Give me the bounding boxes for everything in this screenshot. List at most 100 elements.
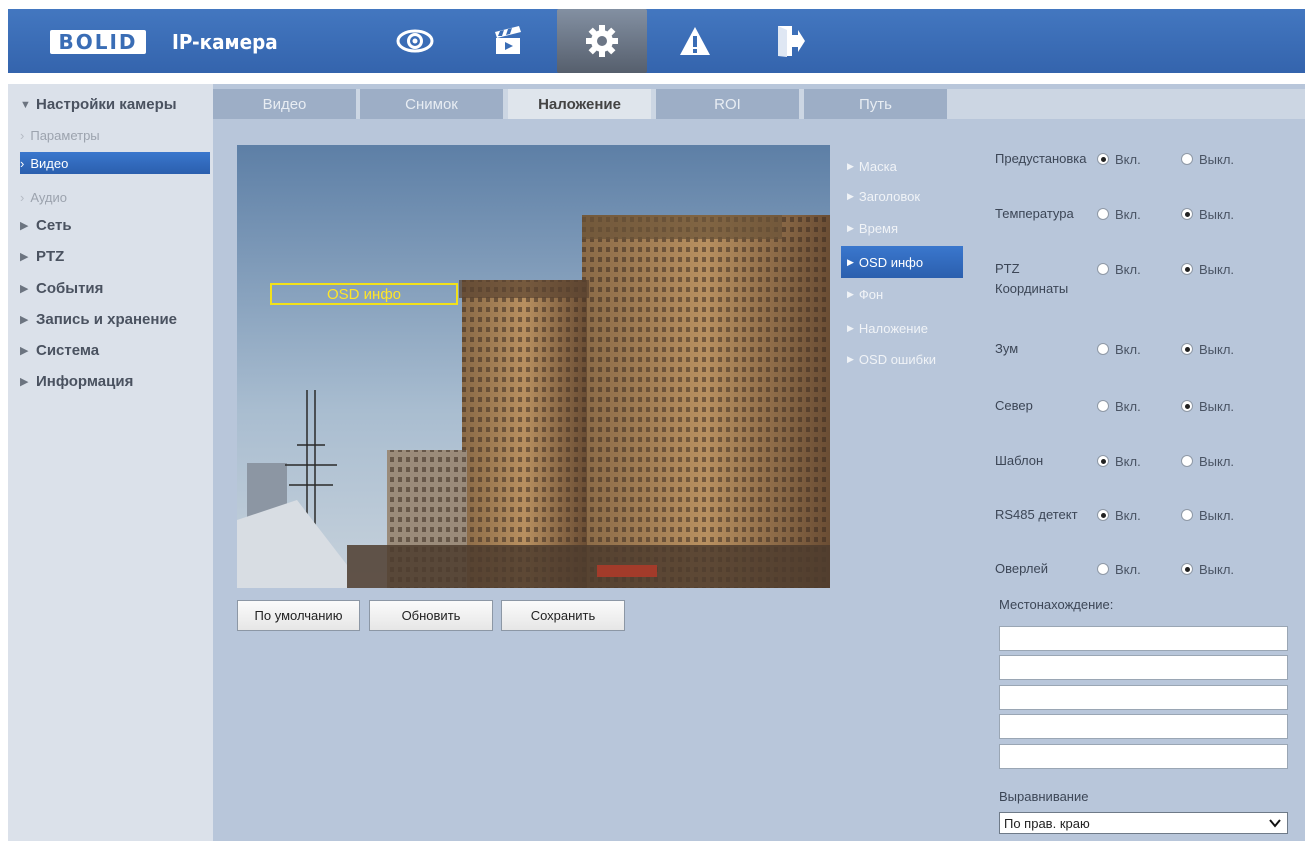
sidebar: ▼ Настройки камеры › Параметры › Видео ›…: [8, 84, 213, 841]
tab-video[interactable]: Видео: [213, 89, 356, 119]
submenu-item-background[interactable]: ▶ Фон: [841, 278, 963, 310]
gear-icon: [586, 25, 618, 57]
caret-right-icon: ▶: [847, 160, 854, 171]
setting-row-rs485: RS485 детект Вкл. Выкл.: [995, 505, 1295, 545]
radio-label: Вкл.: [1115, 261, 1141, 277]
submenu-item-label: OSD инфо: [858, 254, 924, 270]
overlay-on-radio[interactable]: Вкл.: [1097, 559, 1141, 579]
ptz-coords-on-radio[interactable]: Вкл.: [1097, 259, 1141, 279]
sidebar-item-audio[interactable]: › Аудио: [20, 186, 210, 208]
template-on-radio[interactable]: Вкл.: [1097, 451, 1141, 471]
north-off-radio[interactable]: Выкл.: [1181, 396, 1234, 416]
submenu-item-overlay[interactable]: ▶ Наложение: [841, 312, 963, 344]
caret-right-icon: ▶: [847, 256, 854, 267]
alarm-nav[interactable]: [650, 9, 740, 73]
submenu-item-label: Наложение: [858, 320, 928, 336]
ptz-coords-off-radio[interactable]: Выкл.: [1181, 259, 1234, 279]
warning-icon: [680, 27, 710, 55]
radio-label: Выкл.: [1199, 151, 1235, 167]
sidebar-item-storage[interactable]: ▶ Запись и хранение: [20, 311, 177, 328]
north-on-radio[interactable]: Вкл.: [1097, 396, 1141, 416]
caret-right-icon: ▶: [20, 283, 29, 295]
radio-dot: [1097, 400, 1109, 412]
radio-dot: [1181, 400, 1193, 412]
sidebar-item-label: События: [36, 280, 104, 297]
template-off-radio[interactable]: Выкл.: [1181, 451, 1234, 471]
caret-right-icon: ▶: [847, 222, 854, 233]
radio-dot: [1181, 208, 1193, 220]
sidebar-item-info[interactable]: ▶ Информация: [20, 373, 133, 390]
caret-right-icon: ▶: [20, 345, 29, 357]
caret-right-icon: ▶: [847, 353, 854, 364]
setting-row-zoom: Зум Вкл. Выкл.: [995, 339, 1295, 379]
sidebar-item-label: Запись и хранение: [36, 311, 178, 328]
location-input-5[interactable]: [999, 744, 1288, 769]
tab-roi[interactable]: ROI: [656, 89, 799, 119]
temperature-on-radio[interactable]: Вкл.: [1097, 204, 1141, 224]
zoom-off-radio[interactable]: Выкл.: [1181, 339, 1234, 359]
osd-info-overlay[interactable]: OSD инфо: [270, 283, 458, 305]
save-button[interactable]: Сохранить: [501, 600, 625, 631]
location-input-3[interactable]: [999, 685, 1288, 710]
default-button[interactable]: По умолчанию: [237, 600, 360, 631]
submenu-item-mask[interactable]: ▶ Маска: [841, 150, 963, 182]
sidebar-item-system[interactable]: ▶ Система: [20, 342, 99, 359]
preset-off-radio[interactable]: Выкл.: [1181, 149, 1234, 169]
chevron-right-icon: ›: [20, 127, 25, 143]
zoom-on-radio[interactable]: Вкл.: [1097, 339, 1141, 359]
radio-dot: [1181, 263, 1193, 275]
settings-nav[interactable]: [557, 9, 647, 73]
temperature-off-radio[interactable]: Выкл.: [1181, 204, 1234, 224]
radio-dot: [1181, 455, 1193, 467]
sidebar-item-video[interactable]: › Видео: [20, 152, 210, 174]
radio-label: Выкл.: [1199, 398, 1235, 414]
sidebar-item-events[interactable]: ▶ События: [20, 280, 103, 297]
setting-row-preset: Предустановка Вкл. Выкл.: [995, 149, 1295, 189]
tab-overlay[interactable]: Наложение: [508, 89, 651, 119]
sidebar-item-label: PTZ: [36, 248, 65, 265]
playback-nav[interactable]: [463, 9, 553, 73]
submenu-item-title[interactable]: ▶ Заголовок: [841, 180, 963, 212]
setting-label: Температура: [995, 206, 1074, 221]
submenu-item-osd-info[interactable]: ▶ OSD инфо: [841, 246, 963, 278]
radio-label: Выкл.: [1199, 341, 1235, 357]
preset-on-radio[interactable]: Вкл.: [1097, 149, 1141, 169]
overlay-off-radio[interactable]: Выкл.: [1181, 559, 1234, 579]
alignment-select[interactable]: По прав. краю: [999, 812, 1288, 834]
refresh-button[interactable]: Обновить: [369, 600, 493, 631]
setting-label: RS485 детект: [995, 507, 1078, 522]
setting-label: Зум: [995, 341, 1019, 356]
sidebar-item-camera-settings[interactable]: ▼ Настройки камеры: [20, 96, 177, 113]
radio-dot: [1181, 153, 1193, 165]
sidebar-item-ptz[interactable]: ▶ PTZ: [20, 248, 64, 265]
submenu-item-label: Заголовок: [858, 188, 921, 204]
brand-logo: BOLID: [37, 30, 159, 54]
tab-snapshot[interactable]: Снимок: [360, 89, 503, 119]
caret-right-icon: ▶: [20, 314, 29, 326]
setting-row-north: Север Вкл. Выкл.: [995, 396, 1295, 436]
radio-dot: [1181, 509, 1193, 521]
radio-label: Вкл.: [1115, 453, 1141, 469]
submenu-item-label: Время: [858, 220, 899, 236]
caret-right-icon: ▶: [20, 220, 29, 232]
rs485-on-radio[interactable]: Вкл.: [1097, 505, 1141, 525]
top-header: BOLID IP-камера: [8, 9, 1305, 73]
setting-row-template: Шаблон Вкл. Выкл.: [995, 451, 1295, 491]
live-view-nav[interactable]: [370, 9, 460, 73]
rs485-off-radio[interactable]: Выкл.: [1181, 505, 1234, 525]
sidebar-item-network[interactable]: ▶ Сеть: [20, 217, 72, 234]
eye-icon: [396, 29, 434, 53]
location-input-2[interactable]: [999, 655, 1288, 680]
radio-dot: [1097, 509, 1109, 521]
location-input-4[interactable]: [999, 714, 1288, 739]
logout-nav[interactable]: [745, 9, 835, 73]
submenu-item-time[interactable]: ▶ Время: [841, 212, 963, 244]
sidebar-item-params[interactable]: › Параметры: [20, 124, 210, 146]
setting-label: Оверлей: [995, 561, 1048, 576]
radio-label: Вкл.: [1115, 398, 1141, 414]
submenu-item-osd-errors[interactable]: ▶ OSD ошибки: [841, 343, 963, 375]
caret-right-icon: ▶: [20, 376, 29, 388]
tab-path[interactable]: Путь: [804, 89, 947, 119]
location-input-1[interactable]: [999, 626, 1288, 651]
radio-dot: [1181, 563, 1193, 575]
